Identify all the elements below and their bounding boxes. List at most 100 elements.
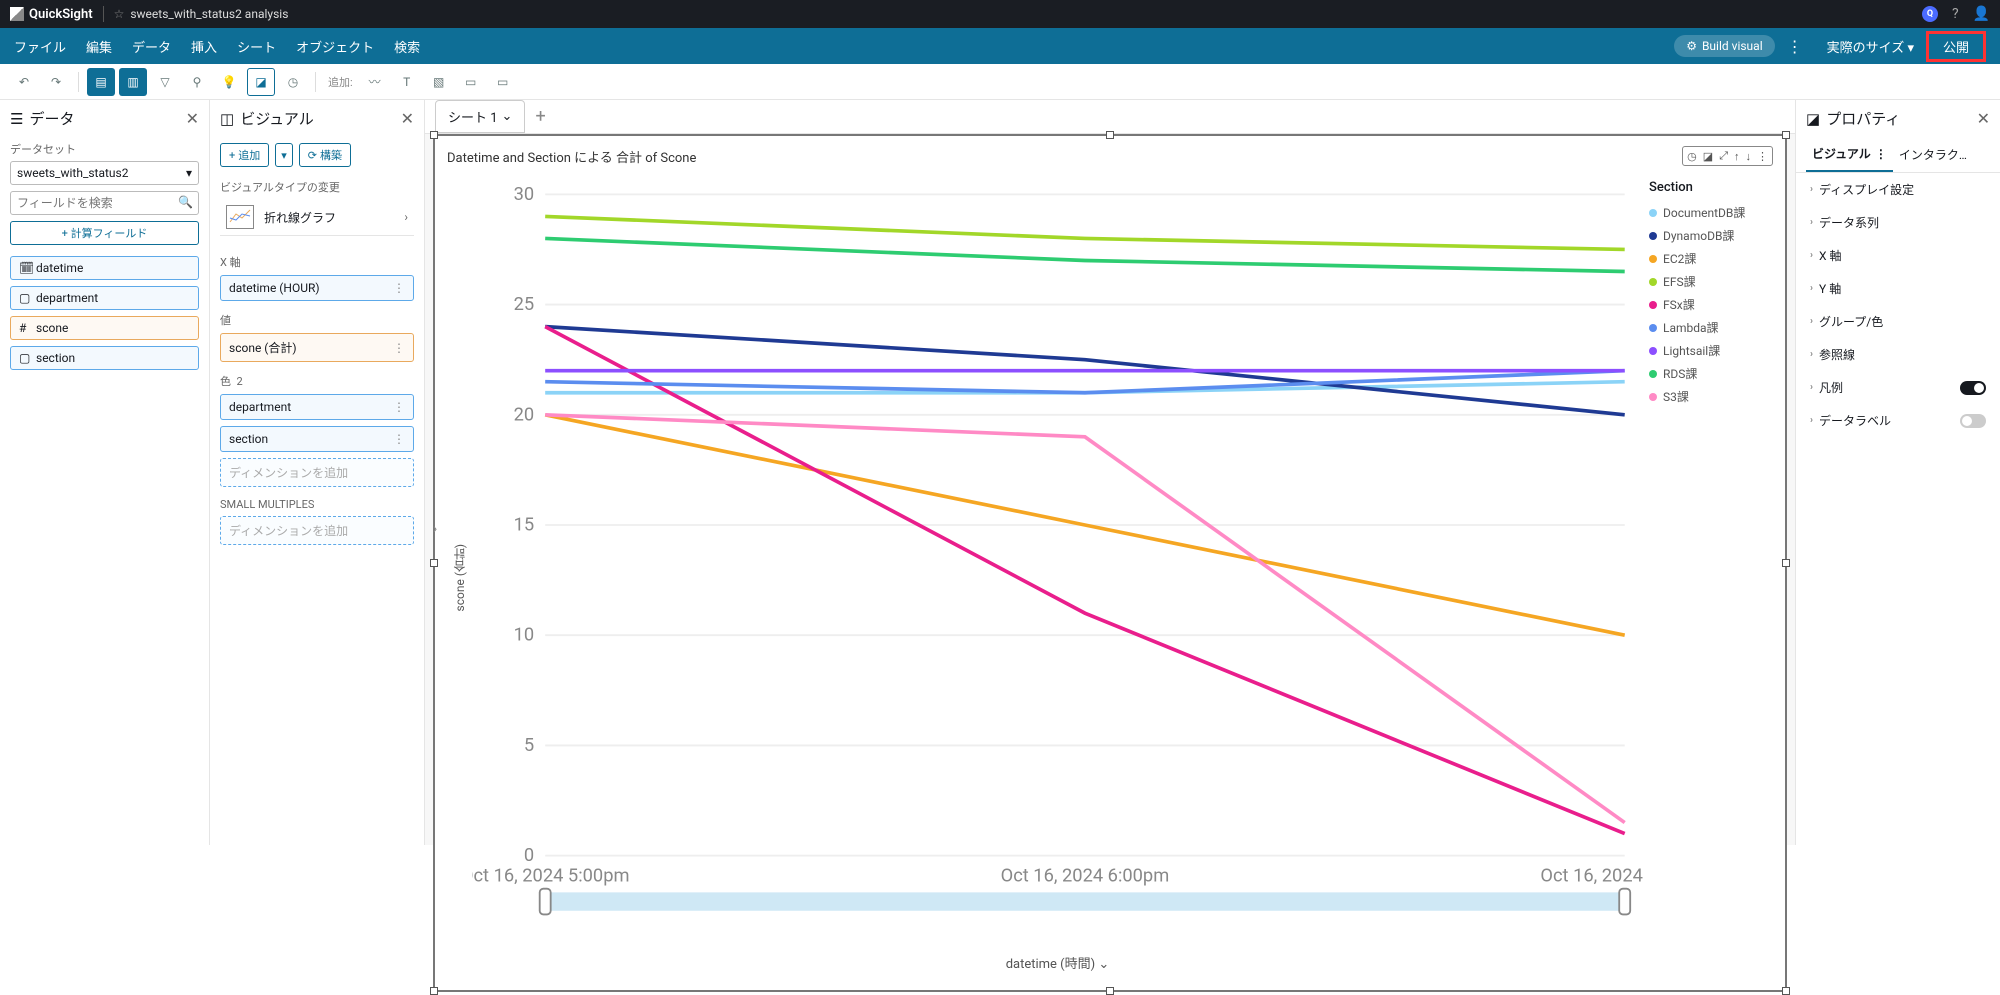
add-line-icon[interactable]: 〰: [361, 68, 389, 96]
parameters-icon[interactable]: ⚲: [183, 68, 211, 96]
visual-panel-toggle-icon[interactable]: ▥: [119, 68, 147, 96]
legend-item[interactable]: EC2課: [1649, 247, 1767, 270]
prop-row[interactable]: ›参照線: [1796, 338, 2000, 371]
prop-row[interactable]: ›凡例: [1796, 371, 2000, 404]
small-mult-add-dimension[interactable]: ディメンションを追加: [220, 516, 414, 545]
color-well-1[interactable]: department⋮: [220, 394, 414, 420]
favorite-star-icon[interactable]: ☆: [114, 7, 125, 21]
close-icon[interactable]: ✕: [1977, 109, 1990, 128]
legend-item[interactable]: FSx課: [1649, 293, 1767, 316]
themes-icon[interactable]: ◷: [279, 68, 307, 96]
user-icon[interactable]: 👤: [1973, 6, 1990, 22]
legend-item[interactable]: RDS課: [1649, 362, 1767, 385]
down-icon[interactable]: ↓: [1746, 150, 1752, 163]
legend-item[interactable]: S3課: [1649, 385, 1767, 408]
more-icon[interactable]: ⋮: [1757, 150, 1768, 163]
legend-item[interactable]: DynamoDB課: [1649, 224, 1767, 247]
undo-icon[interactable]: ↶: [10, 68, 38, 96]
value-well[interactable]: scone (合計)⋮: [220, 333, 414, 362]
string-icon: ▢: [19, 291, 31, 305]
resize-handle[interactable]: [1106, 131, 1114, 139]
up-icon[interactable]: ↑: [1734, 150, 1740, 163]
calc-field-button[interactable]: + 計算フィールド: [10, 221, 199, 245]
prop-row[interactable]: ›ディスプレイ設定: [1796, 173, 2000, 206]
data-panel-toggle-icon[interactable]: ▤: [87, 68, 115, 96]
more-icon[interactable]: ⋮: [1875, 147, 1887, 161]
amazon-q-icon[interactable]: Q: [1922, 6, 1938, 22]
menu-file[interactable]: ファイル: [14, 37, 66, 56]
redo-icon[interactable]: ↷: [42, 68, 70, 96]
resize-handle[interactable]: [1782, 131, 1790, 139]
help-icon[interactable]: ?: [1952, 6, 1959, 22]
properties-toggle-icon[interactable]: ◪: [247, 68, 275, 96]
prop-row[interactable]: ›データラベル: [1796, 404, 2000, 437]
legend-item[interactable]: EFS課: [1649, 270, 1767, 293]
expand-icon[interactable]: ⤢: [1719, 149, 1728, 163]
field-section[interactable]: ▢section: [10, 346, 199, 370]
legend-item[interactable]: Lambda課: [1649, 316, 1767, 339]
close-icon[interactable]: ✕: [401, 109, 414, 128]
more-icon[interactable]: ⋮: [393, 341, 405, 355]
size-mode-dropdown[interactable]: 実際のサイズ ▾: [1827, 37, 1914, 56]
add-sheet-button[interactable]: +: [535, 106, 545, 127]
field-scone[interactable]: #scone: [10, 316, 199, 340]
chart-type-selector[interactable]: 折れ線グラフ ›: [220, 199, 414, 236]
field-department[interactable]: ▢department: [10, 286, 199, 310]
close-icon[interactable]: ✕: [186, 109, 199, 128]
filter-icon[interactable]: ▽: [151, 68, 179, 96]
collapse-y-icon[interactable]: ›: [433, 521, 437, 537]
add-control-icon[interactable]: ▭: [457, 68, 485, 96]
analysis-title[interactable]: sweets_with_status2 analysis: [130, 7, 288, 21]
prop-tab-interaction[interactable]: インタラク…: [1893, 137, 1973, 172]
legend-item[interactable]: Lightsail課: [1649, 339, 1767, 362]
field-datetime[interactable]: 🗓datetime: [10, 256, 199, 280]
resize-handle[interactable]: [430, 987, 438, 995]
prop-row[interactable]: ›Y 軸: [1796, 272, 2000, 305]
add-custom-icon[interactable]: ▭: [489, 68, 517, 96]
resize-handle[interactable]: [1782, 987, 1790, 995]
more-icon[interactable]: ⋮: [393, 281, 405, 295]
menu-object[interactable]: オブジェクト: [296, 37, 374, 56]
x-axis-well[interactable]: datetime (HOUR)⋮: [220, 275, 414, 301]
build-visual-panel-button[interactable]: ⟳ 構築: [299, 143, 351, 167]
insights-icon[interactable]: 💡: [215, 68, 243, 96]
prop-row[interactable]: ›データ系列: [1796, 206, 2000, 239]
legend-item[interactable]: DocumentDB課: [1649, 201, 1767, 224]
add-image-icon[interactable]: ▧: [425, 68, 453, 96]
color-add-dimension[interactable]: ディメンションを追加: [220, 458, 414, 487]
more-icon[interactable]: ⋮: [393, 432, 405, 446]
menu-sheet[interactable]: シート: [237, 37, 276, 56]
search-icon[interactable]: 🔍: [178, 195, 193, 209]
build-visual-button[interactable]: ⚙ Build visual: [1674, 35, 1774, 57]
resize-handle[interactable]: [430, 559, 438, 567]
menu-search[interactable]: 検索: [394, 37, 420, 56]
chart-plot[interactable]: 051015202530Oct 16, 2024 5:00pmOct 16, 2…: [472, 176, 1643, 947]
resize-handle[interactable]: [1106, 987, 1114, 995]
add-visual-dropdown[interactable]: ▾: [275, 143, 293, 167]
field-search-input[interactable]: [10, 191, 199, 215]
prop-tab-visual[interactable]: ビジュアル ⋮: [1806, 137, 1893, 172]
prop-row[interactable]: ›グループ/色: [1796, 305, 2000, 338]
more-icon[interactable]: ⋮: [393, 400, 405, 414]
toggle[interactable]: [1960, 414, 1986, 428]
color-well-2[interactable]: section⋮: [220, 426, 414, 452]
chevron-down-icon[interactable]: ⌄: [502, 109, 513, 124]
resize-handle[interactable]: [430, 131, 438, 139]
visual-title[interactable]: Datetime and Section による 合計 of Scone: [447, 147, 696, 166]
clock-icon[interactable]: ◷: [1687, 150, 1697, 163]
dataset-select[interactable]: sweets_with_status2 ▾: [10, 161, 199, 185]
resize-handle[interactable]: [1782, 559, 1790, 567]
menu-data[interactable]: データ: [132, 37, 171, 56]
x-axis-label[interactable]: datetime (時間) ⌄: [472, 947, 1643, 978]
visual-container[interactable]: Datetime and Section による 合計 of Scone ◷ ◪…: [433, 134, 1787, 992]
add-visual-button[interactable]: + 追加: [220, 143, 269, 167]
more-menu-icon[interactable]: ⋮: [1787, 37, 1803, 56]
menu-insert[interactable]: 挿入: [191, 37, 217, 56]
menu-edit[interactable]: 編集: [86, 37, 112, 56]
toggle[interactable]: [1960, 381, 1986, 395]
prop-row[interactable]: ›X 軸: [1796, 239, 2000, 272]
analytics-icon[interactable]: ◪: [1703, 150, 1713, 163]
publish-button[interactable]: 公開: [1926, 31, 1986, 62]
add-text-icon[interactable]: T: [393, 68, 421, 96]
sheet-tab-1[interactable]: シート 1 ⌄: [435, 100, 525, 133]
